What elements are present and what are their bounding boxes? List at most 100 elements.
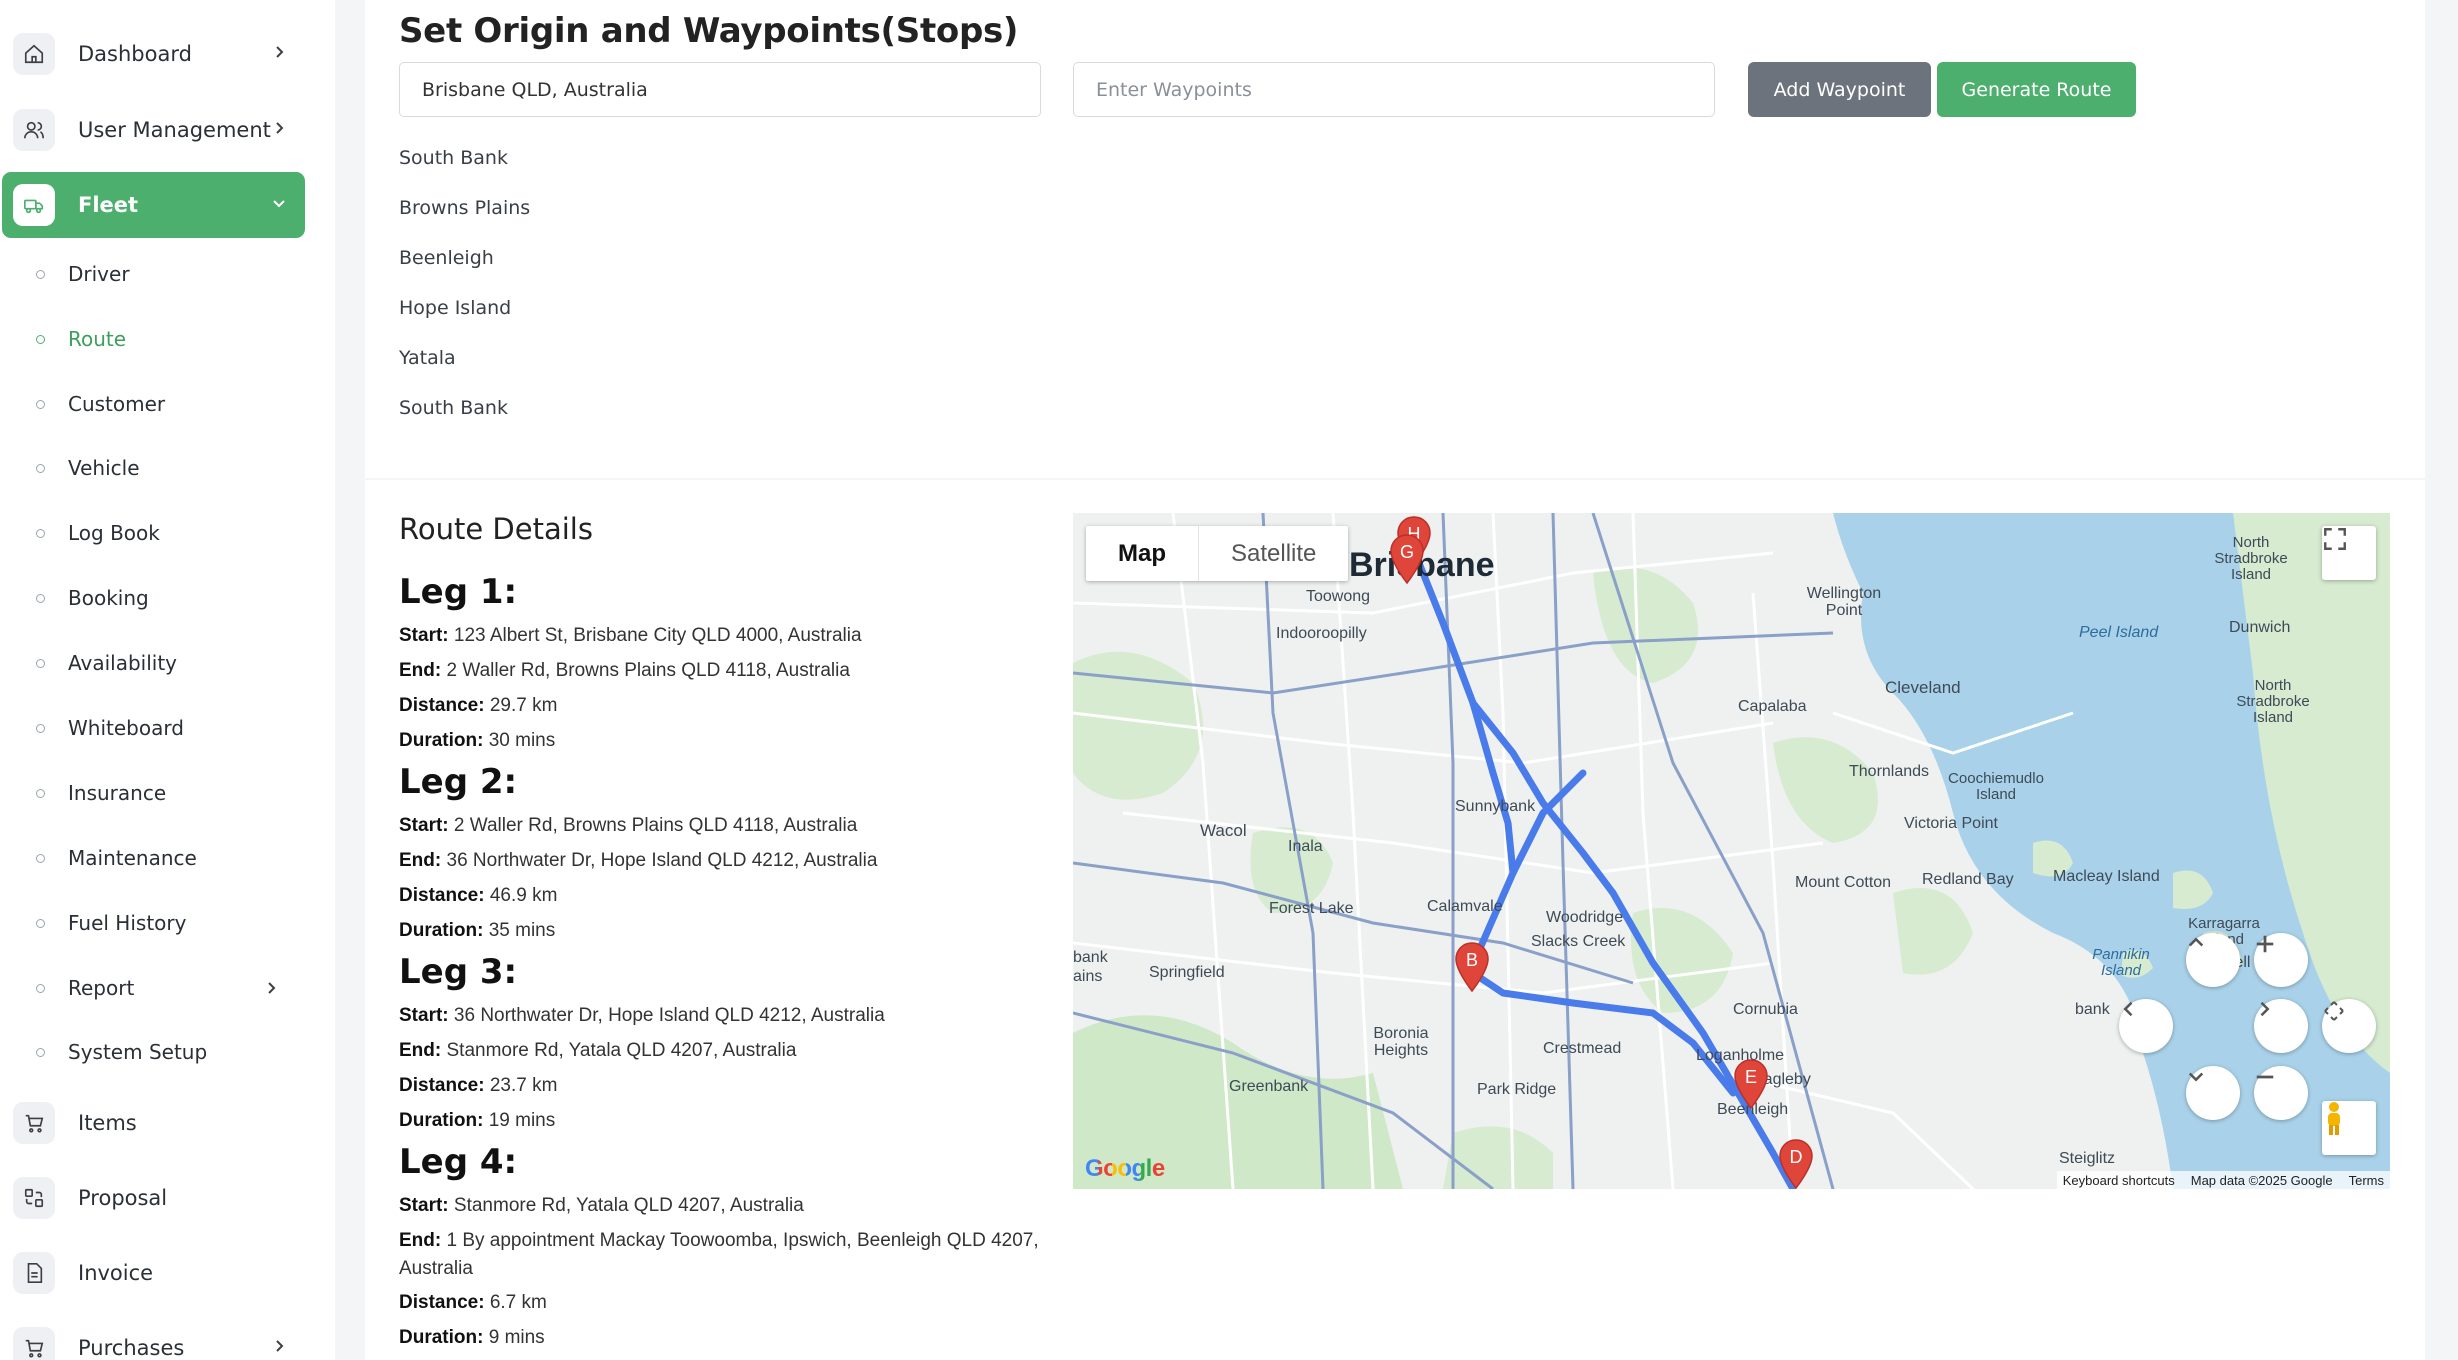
chevron-right-icon <box>271 120 287 141</box>
map-type-map-button[interactable]: Map <box>1086 526 1199 581</box>
route-map[interactable]: Brisbane Toowong Indooroopilly Wellingto… <box>1073 513 2390 1189</box>
leg-end-value: 36 Northwater Dr, Hope Island QLD 4212, … <box>446 850 878 871</box>
map-label: Cleveland <box>1885 678 1961 697</box>
duration-label: Duration: <box>399 920 484 941</box>
map-type-control: Map Satellite <box>1086 526 1349 581</box>
leg-distance: Distance: 6.7 km <box>399 1289 1059 1317</box>
terms-link[interactable]: Terms <box>2349 1173 2384 1188</box>
sub-label: Report <box>68 976 135 1000</box>
map-label: Macleay Island <box>2053 868 2160 885</box>
start-label: Start: <box>399 815 449 836</box>
map-label: Calamvale <box>1427 898 1503 915</box>
start-label: Start: <box>399 1195 449 1216</box>
map-type-satellite-button[interactable]: Satellite <box>1199 526 1348 581</box>
recenter-button[interactable] <box>2322 999 2376 1053</box>
sidebar-item-system-setup[interactable]: System Setup <box>0 1027 305 1077</box>
leg-start-value: 2 Waller Rd, Browns Plains QLD 4118, Aus… <box>453 815 858 836</box>
bullet-icon <box>36 270 45 279</box>
bullet-icon <box>36 400 45 409</box>
leg-duration: Duration: 30 mins <box>399 727 1059 755</box>
marker-label: E <box>1745 1067 1757 1087</box>
map-label: Boronia Heights <box>1373 1025 1429 1059</box>
bullet-icon <box>36 1048 45 1057</box>
waypoint-input[interactable] <box>1073 62 1715 117</box>
keyboard-shortcuts-link[interactable]: Keyboard shortcuts <box>2063 1173 2175 1188</box>
sidebar-item-availability[interactable]: Availability <box>0 638 305 688</box>
sidebar: Dashboard User Management Fleet Driver R… <box>0 0 335 1360</box>
leg-duration: Duration: 19 mins <box>399 1107 1059 1135</box>
leg-start-value: 123 Albert St, Brisbane City QLD 4000, A… <box>453 625 862 646</box>
sidebar-item-route[interactable]: Route <box>0 314 305 364</box>
chevron-right-icon <box>271 1338 287 1359</box>
leg-title: Leg 1: <box>399 572 518 612</box>
zoom-out-button[interactable] <box>2254 1066 2308 1120</box>
sidebar-item-insurance[interactable]: Insurance <box>0 768 305 818</box>
end-label: End: <box>399 850 442 871</box>
map-marker-e[interactable]: E <box>1732 1058 1770 1110</box>
sidebar-item-whiteboard[interactable]: Whiteboard <box>0 703 305 753</box>
origin-input[interactable] <box>399 62 1041 117</box>
nav-invoice[interactable]: Invoice <box>0 1240 305 1306</box>
nav-fleet[interactable]: Fleet <box>2 172 305 238</box>
pan-right-button[interactable] <box>2254 999 2308 1053</box>
waypoint-item: South Bank <box>399 147 508 169</box>
map-marker-d[interactable]: D <box>1777 1138 1815 1189</box>
sidebar-item-fuel-history[interactable]: Fuel History <box>0 898 305 948</box>
map-label: Steiglitz <box>2059 1150 2116 1167</box>
pan-left-button[interactable] <box>2119 999 2173 1053</box>
start-label: Start: <box>399 625 449 646</box>
sidebar-item-log-book[interactable]: Log Book <box>0 508 305 558</box>
map-label: ains <box>1073 968 1103 985</box>
generate-route-button[interactable]: Generate Route <box>1937 62 2136 117</box>
add-waypoint-button[interactable]: Add Waypoint <box>1748 62 1931 117</box>
leg-distance: Distance: 46.9 km <box>399 882 1059 910</box>
waypoint-item: Yatala <box>399 347 456 369</box>
map-label: Park Ridge <box>1477 1081 1557 1098</box>
invoice-icon <box>13 1252 55 1294</box>
map-label: Redland Bay <box>1922 871 2014 888</box>
leg-end-value: 1 By appointment Mackay Toowoomba, Ipswi… <box>399 1230 1039 1279</box>
nav-purchases[interactable]: Purchases <box>0 1315 305 1360</box>
bullet-icon <box>36 335 45 344</box>
nav-label: Fleet <box>78 193 139 217</box>
distance-label: Distance: <box>399 885 485 906</box>
nav-dashboard[interactable]: Dashboard <box>0 21 305 87</box>
street-view-button[interactable] <box>2322 1101 2376 1155</box>
leg-duration-value: 9 mins <box>488 1327 545 1348</box>
fullscreen-button[interactable] <box>2322 526 2376 580</box>
leg-distance-value: 46.9 km <box>489 885 558 906</box>
sidebar-item-report[interactable]: Report <box>0 963 305 1013</box>
sidebar-item-booking[interactable]: Booking <box>0 573 305 623</box>
nav-user-management[interactable]: User Management <box>0 97 305 163</box>
waypoint-item: Beenleigh <box>399 247 494 269</box>
leg-duration: Duration: 35 mins <box>399 917 1059 945</box>
sidebar-item-vehicle[interactable]: Vehicle <box>0 443 305 493</box>
sidebar-item-driver[interactable]: Driver <box>0 249 305 299</box>
map-marker-b[interactable]: B <box>1453 941 1491 993</box>
nav-items[interactable]: Items <box>0 1090 305 1156</box>
map-label: Wacol <box>1200 821 1247 840</box>
marker-label: B <box>1466 950 1478 970</box>
leg-end: End: Stanmore Rd, Yatala QLD 4207, Austr… <box>399 1037 1059 1065</box>
map-label: Mount Cotton <box>1795 874 1892 891</box>
bullet-icon <box>36 464 45 473</box>
home-icon <box>13 33 55 75</box>
map-marker-g[interactable]: G <box>1388 533 1426 585</box>
sidebar-item-customer[interactable]: Customer <box>0 379 305 429</box>
sidebar-item-maintenance[interactable]: Maintenance <box>0 833 305 883</box>
zoom-in-button[interactable] <box>2254 933 2308 987</box>
nav-proposal[interactable]: Proposal <box>0 1165 305 1231</box>
chevron-down-icon <box>271 195 287 216</box>
bullet-icon <box>36 854 45 863</box>
chevron-right-icon <box>271 44 287 65</box>
leg-start: Start: Stanmore Rd, Yatala QLD 4207, Aus… <box>399 1192 1059 1220</box>
map-label: Peel Island <box>2079 624 2159 641</box>
pan-down-button[interactable] <box>2186 1066 2240 1120</box>
map-label: Sunnybank <box>1455 798 1536 815</box>
pan-up-button[interactable] <box>2186 933 2240 987</box>
duration-label: Duration: <box>399 1327 484 1348</box>
cart-icon <box>13 1102 55 1144</box>
leg-title: Leg 2: <box>399 762 518 802</box>
sub-label: Route <box>68 327 127 351</box>
map-footer: Keyboard shortcuts Map data ©2025 Google… <box>2056 1171 2390 1189</box>
